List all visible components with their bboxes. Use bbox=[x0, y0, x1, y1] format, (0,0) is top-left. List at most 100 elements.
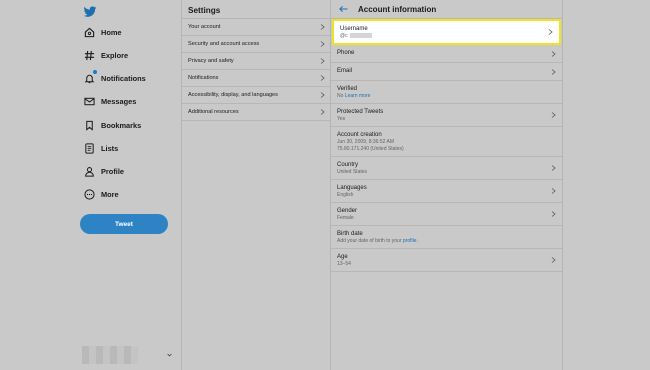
username-row[interactable]: Username @c bbox=[332, 19, 561, 45]
phone-row[interactable]: Phone bbox=[331, 45, 562, 63]
account-switcher[interactable] bbox=[82, 346, 176, 364]
chevron-right-icon bbox=[320, 58, 325, 64]
languages-row[interactable]: Languages English bbox=[331, 180, 562, 203]
account-creation-ip: 75.80.171.240 (United States) bbox=[337, 146, 404, 152]
settings-item-label: Your account bbox=[188, 24, 221, 30]
chevron-right-icon bbox=[320, 24, 325, 30]
settings-item-label: Notifications bbox=[188, 75, 219, 81]
nav-label: Profile bbox=[101, 166, 124, 176]
settings-item-accessibility[interactable]: Accessibility, display, and languages bbox=[182, 87, 330, 104]
chevron-right-icon bbox=[551, 112, 556, 118]
chevron-right-icon bbox=[551, 188, 556, 194]
account-creation-row: Account creation Jun 30, 2009, 8:36:52 A… bbox=[331, 127, 562, 157]
protected-tweets-row[interactable]: Protected Tweets Yes bbox=[331, 104, 562, 127]
redacted-username bbox=[349, 33, 372, 39]
tweet-button[interactable]: Tweet bbox=[80, 214, 168, 234]
username-handle: @c bbox=[340, 33, 348, 39]
nav-item-notifications[interactable]: Notifications bbox=[83, 68, 146, 88]
account-creation-date: Jun 30, 2009, 8:36:52 AM bbox=[337, 139, 394, 145]
protected-tweets-label: Protected Tweets bbox=[337, 109, 384, 115]
chevron-right-icon bbox=[320, 109, 325, 115]
languages-value: English bbox=[337, 192, 354, 198]
gender-value: Female bbox=[337, 215, 354, 221]
nav-label: Lists bbox=[101, 143, 119, 153]
chevron-down-icon bbox=[167, 353, 172, 357]
languages-label: Languages bbox=[337, 185, 367, 191]
home-icon bbox=[83, 26, 95, 38]
bookmark-icon bbox=[83, 119, 95, 131]
verified-label: Verified bbox=[337, 86, 358, 92]
bell-icon bbox=[83, 70, 97, 84]
learn-more-link[interactable]: Learn more bbox=[345, 93, 371, 99]
nav-item-messages[interactable]: Messages bbox=[83, 91, 136, 111]
notification-dot-icon bbox=[93, 70, 97, 74]
settings-item-label: Accessibility, display, and languages bbox=[188, 92, 278, 98]
nav-label: Messages bbox=[101, 96, 137, 106]
email-row[interactable]: Email bbox=[331, 63, 562, 81]
phone-label: Phone bbox=[337, 50, 355, 56]
age-row[interactable]: Age 13–54 bbox=[331, 249, 562, 272]
profile-link[interactable]: profile bbox=[403, 238, 417, 244]
chevron-right-icon bbox=[320, 41, 325, 47]
nav-item-lists[interactable]: Lists bbox=[83, 138, 118, 158]
country-row[interactable]: Country United States bbox=[331, 157, 562, 180]
verified-row: Verified No Learn more bbox=[331, 81, 562, 104]
chevron-right-icon bbox=[551, 211, 556, 217]
nav-label: Home bbox=[101, 27, 122, 37]
avatar bbox=[82, 346, 138, 364]
chevron-right-icon bbox=[548, 29, 553, 35]
settings-item-your-account[interactable]: Your account bbox=[182, 19, 330, 36]
settings-item-notifications[interactable]: Notifications bbox=[182, 70, 330, 87]
email-label: Email bbox=[337, 68, 353, 74]
twitter-logo-icon[interactable] bbox=[83, 5, 97, 19]
birth-date-text: Add your date of birth to your bbox=[337, 238, 402, 244]
settings-item-label: Additional resources bbox=[188, 109, 239, 115]
settings-item-additional-resources[interactable]: Additional resources bbox=[182, 104, 330, 121]
envelope-icon bbox=[83, 95, 95, 107]
chevron-right-icon bbox=[551, 68, 556, 75]
gender-row[interactable]: Gender Female bbox=[331, 203, 562, 226]
country-value: United States bbox=[337, 169, 368, 175]
age-value: 13–54 bbox=[337, 261, 351, 267]
birth-date-label: Birth date bbox=[337, 231, 363, 237]
account-creation-label: Account creation bbox=[337, 132, 382, 138]
nav-item-home[interactable]: Home bbox=[83, 22, 122, 42]
chevron-right-icon bbox=[320, 75, 325, 81]
more-icon bbox=[83, 188, 95, 200]
settings-item-label: Privacy and safety bbox=[188, 58, 234, 64]
nav-label: Bookmarks bbox=[101, 120, 142, 130]
country-label: Country bbox=[337, 162, 359, 168]
settings-title: Settings bbox=[182, 0, 330, 19]
verified-status: No bbox=[337, 93, 344, 99]
settings-item-privacy[interactable]: Privacy and safety bbox=[182, 53, 330, 70]
username-label: Username bbox=[340, 26, 368, 32]
nav-item-explore[interactable]: Explore bbox=[83, 45, 128, 65]
nav-label: More bbox=[101, 189, 119, 199]
nav-label: Notifications bbox=[101, 73, 146, 83]
age-label: Age bbox=[337, 254, 348, 260]
account-information-header: Account information bbox=[331, 0, 562, 19]
settings-item-label: Security and account access bbox=[188, 41, 260, 47]
protected-tweets-value: Yes bbox=[337, 116, 346, 122]
nav-item-bookmarks[interactable]: Bookmarks bbox=[83, 115, 141, 135]
back-arrow-icon[interactable] bbox=[339, 5, 348, 13]
chevron-right-icon bbox=[320, 92, 325, 98]
person-icon bbox=[83, 165, 95, 177]
list-icon bbox=[83, 142, 95, 154]
account-information-panel: Account information Username @c Phone Em… bbox=[331, 0, 563, 370]
chevron-right-icon bbox=[551, 50, 556, 57]
left-navigation: Home Explore Notifications Messages Book… bbox=[0, 0, 181, 370]
username-value: @c bbox=[340, 33, 543, 40]
nav-label: Explore bbox=[101, 50, 129, 60]
chevron-right-icon bbox=[551, 165, 556, 171]
page-title: Account information bbox=[358, 4, 437, 14]
birth-date-row: Birth date Add your date of birth to you… bbox=[331, 226, 562, 249]
hashtag-icon bbox=[83, 49, 95, 61]
verified-value: No Learn more bbox=[337, 93, 546, 100]
settings-item-security[interactable]: Security and account access bbox=[182, 36, 330, 53]
gender-label: Gender bbox=[337, 208, 358, 214]
settings-panel: Settings Your account Security and accou… bbox=[181, 0, 331, 370]
nav-item-profile[interactable]: Profile bbox=[83, 161, 124, 181]
nav-item-more[interactable]: More bbox=[83, 184, 119, 204]
chevron-right-icon bbox=[551, 257, 556, 263]
